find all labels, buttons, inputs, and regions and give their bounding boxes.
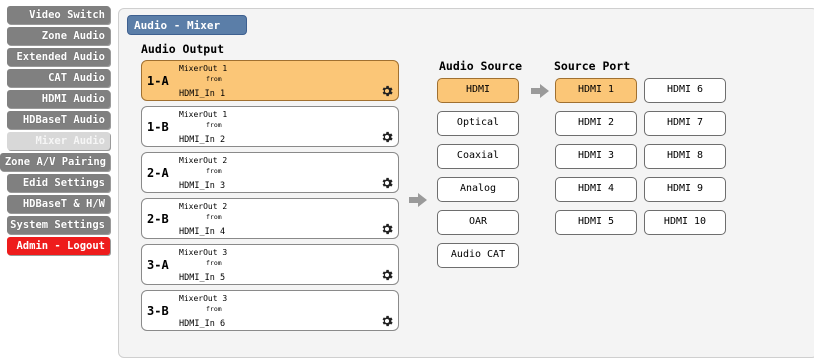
output-card-3b[interactable]: 3-B MixerOut 3 from HDMI_In 6 — [141, 290, 399, 331]
output-source: HDMI_In 4 — [179, 227, 226, 237]
nav-zone-av-pairing[interactable]: Zone A/V Pairing — [0, 153, 110, 171]
output-from: from — [206, 259, 222, 267]
output-card-1b[interactable]: 1-B MixerOut 1 from HDMI_In 2 — [141, 106, 399, 147]
output-mixer: MixerOut 1 — [179, 64, 228, 73]
nav-hdmi-audio[interactable]: HDMI Audio — [7, 90, 110, 108]
port-hdmi-10-button[interactable]: HDMI 10 — [644, 210, 726, 235]
source-coaxial-button[interactable]: Coaxial — [437, 144, 519, 169]
output-card-2a[interactable]: 2-A MixerOut 2 from HDMI_In 3 — [141, 152, 399, 193]
port-hdmi-9-button[interactable]: HDMI 9 — [644, 177, 726, 202]
output-id: 2-A — [147, 166, 169, 180]
output-mixer: MixerOut 2 — [179, 156, 228, 165]
output-mixer: MixerOut 1 — [179, 110, 228, 119]
port-hdmi-7-button[interactable]: HDMI 7 — [644, 111, 726, 136]
port-hdmi-5-button[interactable]: HDMI 5 — [555, 210, 637, 235]
audio-output-label: Audio Output — [141, 42, 225, 56]
nav-zone-audio[interactable]: Zone Audio — [7, 27, 110, 45]
output-source: HDMI_In 2 — [179, 135, 226, 145]
source-optical-button[interactable]: Optical — [437, 111, 519, 136]
output-source: HDMI_In 5 — [179, 273, 226, 283]
nav-edid-settings[interactable]: Edid Settings — [7, 174, 110, 192]
nav-video-switch[interactable]: Video Switch — [7, 6, 110, 24]
page-title: Audio - Mixer — [127, 15, 247, 35]
output-mixer: MixerOut 2 — [179, 202, 228, 211]
admin-logout-button[interactable]: Admin - Logout — [7, 237, 110, 255]
gear-icon[interactable] — [380, 130, 394, 144]
port-hdmi-2-button[interactable]: HDMI 2 — [555, 111, 637, 136]
nav-extended-audio[interactable]: Extended Audio — [7, 48, 110, 66]
output-id: 2-B — [147, 212, 169, 226]
output-from: from — [206, 167, 222, 175]
gear-icon[interactable] — [380, 314, 394, 328]
output-from: from — [206, 121, 222, 129]
mixer-panel: Audio - Mixer Audio Output Audio Source … — [118, 8, 814, 358]
output-source: HDMI_In 1 — [179, 89, 226, 99]
port-hdmi-6-button[interactable]: HDMI 6 — [644, 78, 726, 103]
source-hdmi-button[interactable]: HDMI — [437, 78, 519, 103]
output-mixer: MixerOut 3 — [179, 248, 228, 257]
source-port-label: Source Port — [554, 59, 631, 73]
output-mixer: MixerOut 3 — [179, 294, 228, 303]
arrow-right-icon — [409, 193, 427, 207]
source-audio-cat-button[interactable]: Audio CAT — [437, 243, 519, 268]
port-hdmi-1-button[interactable]: HDMI 1 — [555, 78, 637, 103]
nav-hdbaset-audio[interactable]: HDBaseT Audio — [7, 111, 110, 129]
source-analog-button[interactable]: Analog — [437, 177, 519, 202]
output-source: HDMI_In 6 — [179, 319, 226, 329]
audio-output-list: 1-A MixerOut 1 from HDMI_In 1 1-B MixerO… — [141, 60, 399, 336]
output-id: 3-A — [147, 258, 169, 272]
output-from: from — [206, 213, 222, 221]
port-hdmi-3-button[interactable]: HDMI 3 — [555, 144, 637, 169]
output-card-2b[interactable]: 2-B MixerOut 2 from HDMI_In 4 — [141, 198, 399, 239]
output-card-3a[interactable]: 3-A MixerOut 3 from HDMI_In 5 — [141, 244, 399, 285]
output-id: 3-B — [147, 304, 169, 318]
output-source: HDMI_In 3 — [179, 181, 226, 191]
arrow-right-icon — [531, 84, 549, 98]
output-id: 1-A — [147, 74, 169, 88]
nav-cat-audio[interactable]: CAT Audio — [7, 69, 110, 87]
output-from: from — [206, 75, 222, 83]
port-hdmi-4-button[interactable]: HDMI 4 — [555, 177, 637, 202]
gear-icon[interactable] — [380, 84, 394, 98]
output-card-1a[interactable]: 1-A MixerOut 1 from HDMI_In 1 — [141, 60, 399, 101]
port-hdmi-8-button[interactable]: HDMI 8 — [644, 144, 726, 169]
gear-icon[interactable] — [380, 268, 394, 282]
nav-mixer-audio[interactable]: Mixer Audio — [7, 132, 110, 150]
nav-system-settings[interactable]: System Settings — [7, 216, 110, 234]
output-from: from — [206, 305, 222, 313]
output-id: 1-B — [147, 120, 169, 134]
sidebar-nav: Video Switch Zone Audio Extended Audio C… — [0, 6, 113, 258]
audio-source-label: Audio Source — [439, 59, 523, 73]
gear-icon[interactable] — [380, 222, 394, 236]
source-oar-button[interactable]: OAR — [437, 210, 519, 235]
nav-hdbaset-hw[interactable]: HDBaseT & H/W — [7, 195, 110, 213]
gear-icon[interactable] — [380, 176, 394, 190]
